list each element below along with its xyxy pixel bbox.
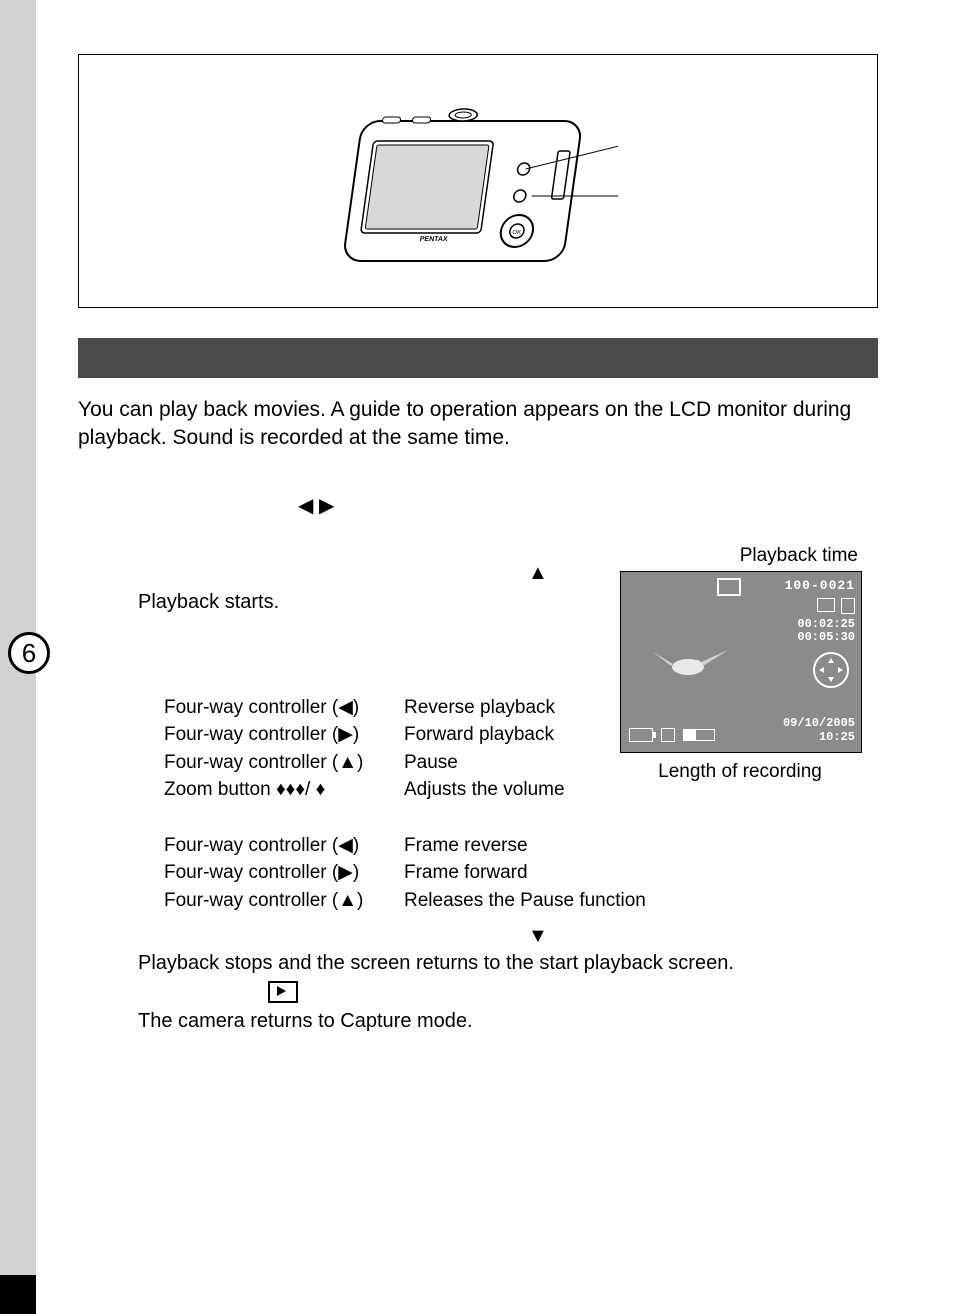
- up-arrow-icon: ▲: [528, 562, 548, 584]
- page-number-badge: 6: [8, 632, 50, 674]
- step-row: ▼: [138, 925, 878, 948]
- lcd-file-number: 100-0021: [785, 578, 855, 593]
- step-row: [138, 981, 878, 1004]
- camera-illustration: OK PENTAX: [338, 81, 618, 281]
- svg-text:OK: OK: [512, 230, 521, 236]
- left-right-arrow-icon: ◀ ▶: [298, 495, 334, 517]
- lcd-screen-block: Playback time 100-0021 00:02:25 00:05:30: [610, 545, 870, 783]
- lcd-bottom-label: Length of recording: [610, 761, 870, 783]
- section-heading-bar: [78, 338, 878, 378]
- lcd-total-time: 00:05:30: [797, 631, 855, 644]
- down-arrow-icon: ▼: [528, 925, 548, 947]
- intro-paragraph: You can play back movies. A guide to ope…: [78, 396, 878, 453]
- step-result: The camera returns to Capture mode.: [138, 1010, 878, 1033]
- playback-button-icon: [268, 981, 298, 1003]
- camera-illustration-box: OK PENTAX: [78, 54, 878, 308]
- bird-image: [643, 632, 733, 692]
- lcd-time: 10:25: [819, 730, 855, 744]
- playback-mode-icon: [717, 578, 741, 596]
- nav-guide-icon: [813, 652, 849, 688]
- memo-icon: [841, 598, 855, 614]
- volume-bar-icon: [683, 729, 715, 741]
- movie-icon: [817, 598, 835, 612]
- lcd-top-label: Playback time: [610, 545, 870, 567]
- battery-icon: [629, 728, 653, 742]
- step-result: Playback stops and the screen returns to…: [138, 952, 878, 975]
- step-row: ◀ ▶: [138, 493, 878, 518]
- lcd-screen: 100-0021 00:02:25 00:05:30: [620, 571, 862, 753]
- speaker-icon: [661, 728, 675, 742]
- pause-operations-table: Four-way controller (◀)Frame reverse Fou…: [164, 832, 878, 915]
- camera-brand-label: PENTAX: [419, 236, 448, 243]
- lcd-date: 09/10/2005: [783, 716, 855, 730]
- footer-black-block: [0, 1275, 36, 1314]
